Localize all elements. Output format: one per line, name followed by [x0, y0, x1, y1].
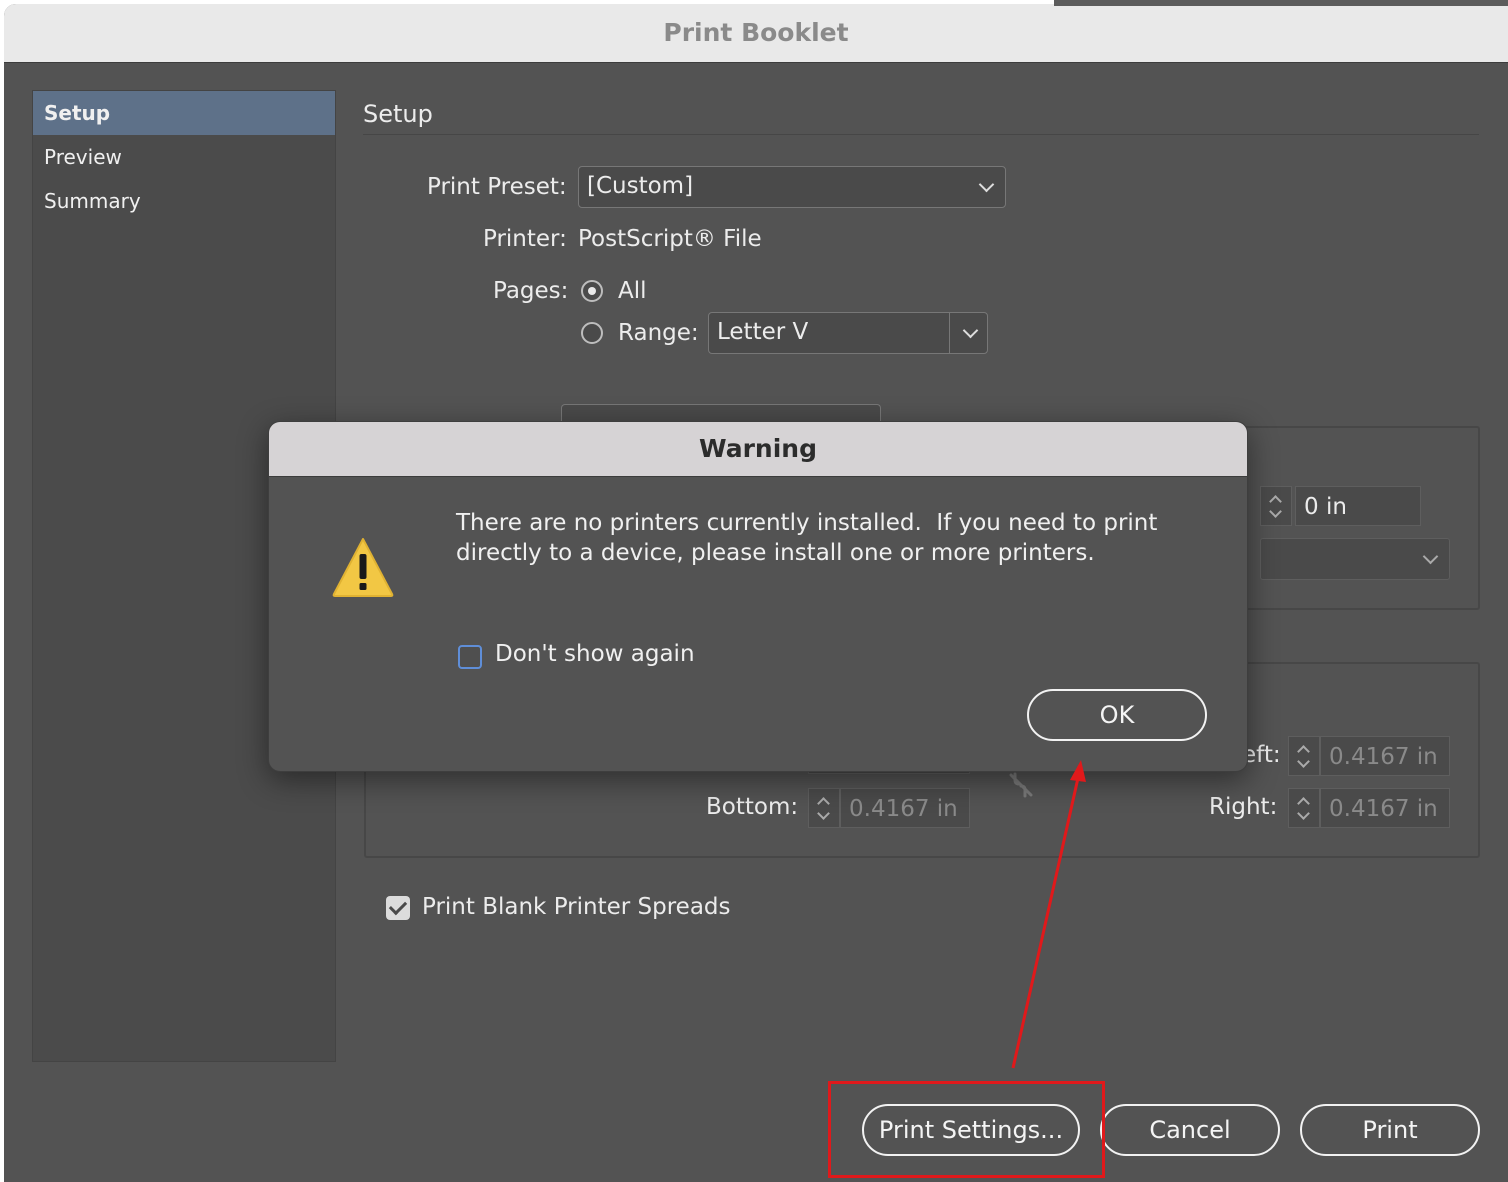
right-margin-field[interactable]: 0.4167 in — [1320, 788, 1450, 828]
left-margin-stepper[interactable] — [1288, 736, 1320, 776]
chevron-down-icon — [978, 176, 995, 193]
pages-range-label: Range: — [618, 320, 699, 346]
creep-stepper[interactable] — [1260, 486, 1292, 526]
chevron-down-icon — [1297, 807, 1310, 820]
bottom-margin-value: 0.4167 in — [849, 796, 958, 822]
background-window-edge — [1054, 0, 1508, 6]
print-preset-value: [Custom] — [587, 173, 694, 199]
unlink-chain-icon[interactable] — [1004, 768, 1038, 802]
sidebar-item-setup[interactable]: Setup — [33, 91, 335, 135]
pages-all-label: All — [618, 278, 647, 304]
dialog-title: Print Booklet — [663, 18, 849, 47]
cancel-button[interactable]: Cancel — [1100, 1104, 1280, 1156]
annotation-highlight-box — [828, 1081, 1105, 1178]
select-divider — [949, 313, 950, 353]
dont-show-again-checkbox[interactable] — [458, 645, 482, 669]
right-margin-value: 0.4167 in — [1329, 796, 1438, 822]
pages-all-radio[interactable] — [581, 280, 603, 302]
title-bar: Print Booklet — [4, 4, 1508, 63]
print-preset-select[interactable]: [Custom] — [578, 166, 1006, 208]
right-margin-label: Right: — [1209, 794, 1278, 820]
bottom-margin-field[interactable]: 0.4167 in — [840, 788, 970, 828]
section-title: Setup — [363, 100, 433, 128]
creep-field[interactable]: 0 in — [1295, 486, 1421, 526]
chevron-down-icon — [817, 807, 830, 820]
sidebar-item-preview[interactable]: Preview — [33, 135, 335, 179]
ok-button[interactable]: OK — [1027, 689, 1207, 741]
disabled-select[interactable] — [1260, 538, 1450, 580]
print-blank-spreads-label: Print Blank Printer Spreads — [422, 894, 731, 920]
print-blank-spreads-checkbox[interactable] — [386, 896, 410, 920]
dont-show-again-label: Don't show again — [495, 641, 695, 667]
bottom-margin-stepper[interactable] — [808, 788, 840, 828]
pages-range-radio[interactable] — [581, 322, 603, 344]
warning-message: There are no printers currently installe… — [456, 508, 1216, 568]
left-margin-value: 0.4167 in — [1329, 744, 1438, 770]
print-button[interactable]: Print — [1300, 1104, 1480, 1156]
range-select[interactable]: Letter V — [708, 312, 988, 354]
pages-label: Pages: — [493, 278, 569, 304]
printer-label: Printer: — [483, 226, 567, 252]
creep-value: 0 in — [1304, 494, 1347, 520]
chevron-down-icon — [1269, 505, 1282, 518]
bottom-margin-label: Bottom: — [706, 794, 799, 820]
chevron-down-icon — [1297, 755, 1310, 768]
section-divider — [363, 134, 1479, 135]
warning-icon — [332, 538, 394, 597]
print-preset-label: Print Preset: — [427, 174, 567, 200]
warning-dialog: Warning There are no printers currently … — [268, 421, 1248, 772]
printer-value: PostScript® File — [578, 226, 762, 252]
chevron-down-icon — [962, 322, 979, 339]
warning-message-line-1: There are no printers currently installe… — [456, 510, 1158, 536]
chevron-down-icon — [1422, 548, 1439, 565]
right-margin-stepper[interactable] — [1288, 788, 1320, 828]
range-value: Letter V — [717, 319, 809, 345]
sidebar-item-summary[interactable]: Summary — [33, 179, 335, 223]
warning-message-line-2: directly to a device, please install one… — [456, 540, 1095, 566]
warning-title: Warning — [269, 422, 1247, 477]
left-margin-field[interactable]: 0.4167 in — [1320, 736, 1450, 776]
